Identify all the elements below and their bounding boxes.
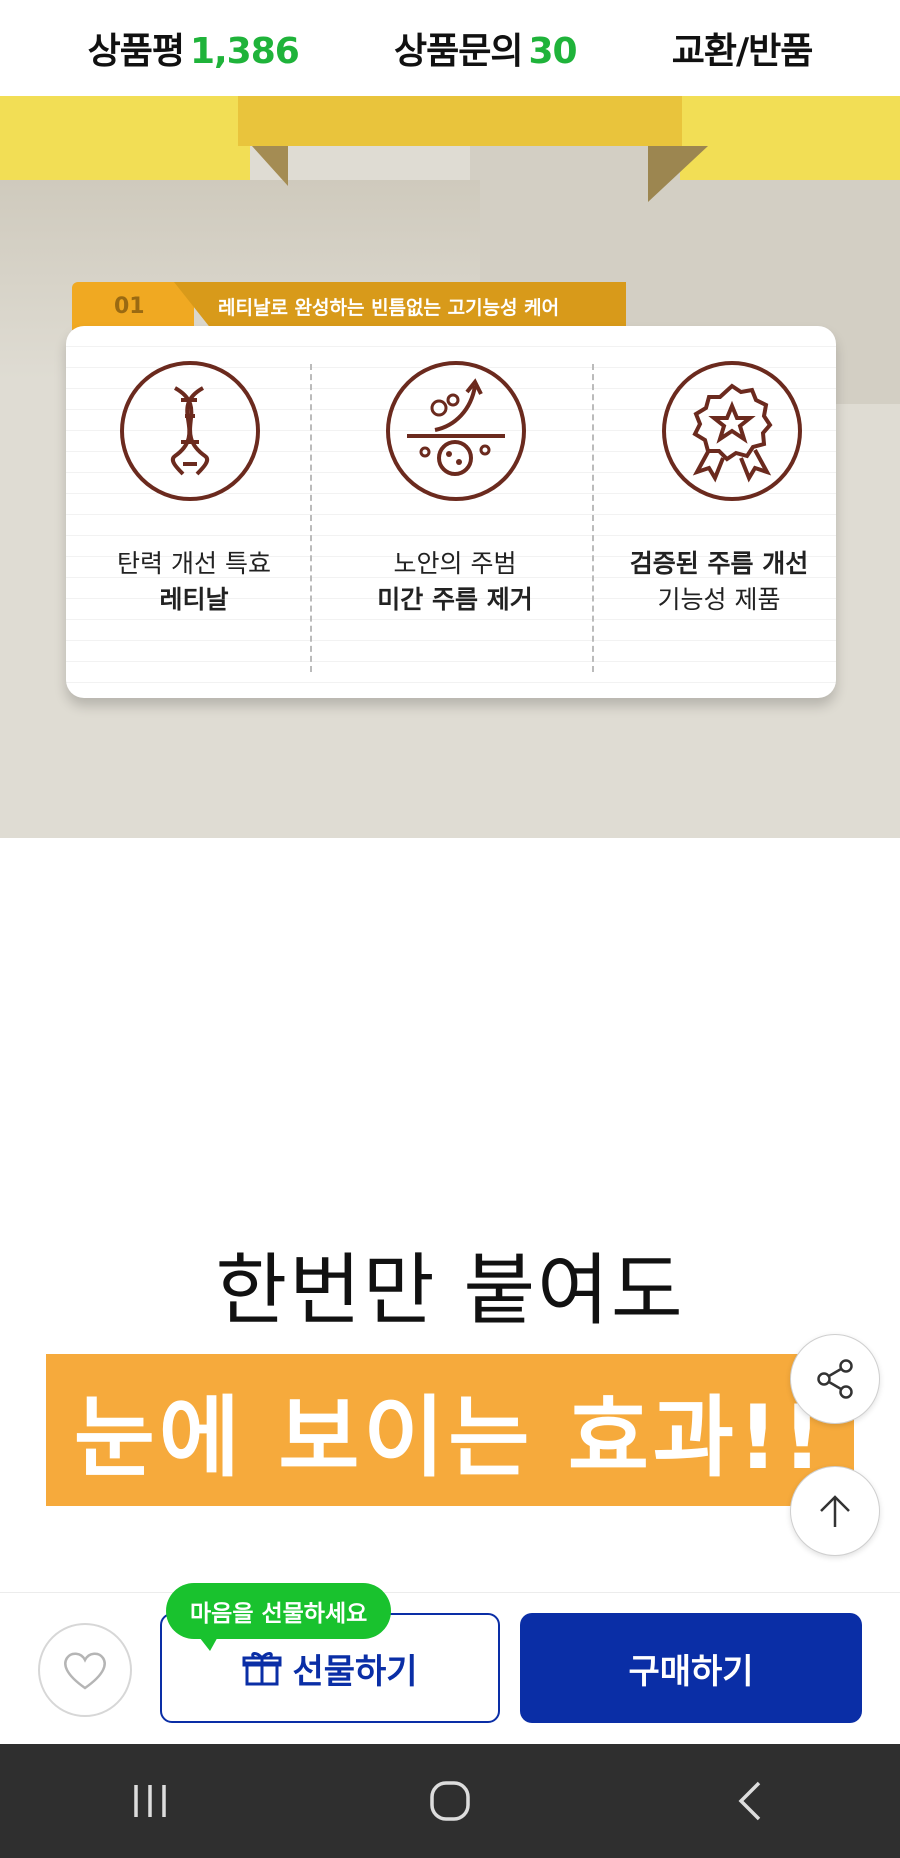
tab-inquiries[interactable]: 상품문의 30 xyxy=(394,22,578,74)
tab-reviews-label: 상품평 xyxy=(87,31,185,72)
back-icon xyxy=(738,1781,761,1821)
feature-line1: 검증된 주름 개선 xyxy=(629,549,809,578)
scroll-top-button[interactable] xyxy=(790,1466,880,1556)
box-flap-right xyxy=(648,146,708,202)
review-tabs: 상품평 1,386 상품문의 30 교환/반품 xyxy=(0,0,900,96)
feature-line1: 노안의 주범 xyxy=(393,549,517,578)
arrow-up-icon xyxy=(820,1495,850,1527)
tab-inquiries-label: 상품문의 xyxy=(394,31,523,72)
feature-card: 탄력 개선 특효 레티날 노안의 주범 미간 주름 제거 검증된 주름 개선 기… xyxy=(66,326,836,698)
tab-inquiries-count: 30 xyxy=(528,31,577,72)
recent-apps-icon xyxy=(134,1785,166,1817)
share-icon xyxy=(817,1359,853,1399)
promo-banner: 눈에 보이는 효과!! xyxy=(46,1354,854,1506)
tab-exchange-return[interactable]: 교환/반품 xyxy=(671,22,814,74)
section-number-badge: 01 xyxy=(72,282,194,330)
buy-button[interactable]: 구매하기 xyxy=(520,1613,862,1723)
tape-right xyxy=(680,96,900,180)
feature-item-retinal: 탄력 개선 특효 레티날 xyxy=(66,326,322,698)
bottom-action-bar: 선물하기 마음을 선물하세요 구매하기 xyxy=(0,1583,900,1745)
home-icon xyxy=(430,1781,470,1821)
promo-banner-text: 눈에 보이는 효과!! xyxy=(73,1385,827,1489)
back-button[interactable] xyxy=(720,1771,780,1831)
buy-button-label: 구매하기 xyxy=(628,1651,754,1692)
system-navigation-bar xyxy=(0,1744,900,1858)
gift-icon xyxy=(242,1652,282,1686)
tape-middle xyxy=(238,96,682,146)
feature-item-certified: 검증된 주름 개선 기능성 제품 xyxy=(578,326,834,698)
feature-item-wrinkle: 노안의 주범 미간 주름 제거 xyxy=(322,326,578,698)
gift-tooltip-tail xyxy=(196,1633,220,1651)
feature-line1: 탄력 개선 특효 xyxy=(117,549,271,578)
tape-left xyxy=(0,96,250,180)
gift-button-label: 선물하기 xyxy=(292,1651,418,1692)
tab-reviews[interactable]: 상품평 1,386 xyxy=(87,22,300,74)
share-button[interactable] xyxy=(790,1334,880,1424)
feature-line2: 미간 주름 제거 xyxy=(377,585,533,614)
gift-tooltip: 마음을 선물하세요 xyxy=(166,1583,392,1639)
heart-icon xyxy=(64,1652,106,1690)
home-button[interactable] xyxy=(420,1771,480,1831)
tab-exchange-label: 교환/반품 xyxy=(671,31,814,72)
section-title-badge: 레티날로 완성하는 빈틈없는 고기능성 케어 xyxy=(174,282,626,330)
tab-reviews-count: 1,386 xyxy=(189,31,300,72)
promo-headline: 한번만 붙여도 xyxy=(215,1246,685,1336)
wishlist-button[interactable] xyxy=(38,1623,132,1717)
product-detail-image: 01 레티날로 완성하는 빈틈없는 고기능성 케어 탄력 개선 특효 레티날 노… xyxy=(0,96,900,838)
dna-icon xyxy=(120,361,260,501)
award-badge-icon xyxy=(662,361,802,501)
feature-line2: 레티날 xyxy=(159,585,229,614)
feature-line2: 기능성 제품 xyxy=(657,585,781,614)
recent-apps-button[interactable] xyxy=(120,1771,180,1831)
skin-lift-icon xyxy=(386,361,526,501)
box-flap-left xyxy=(252,146,288,186)
